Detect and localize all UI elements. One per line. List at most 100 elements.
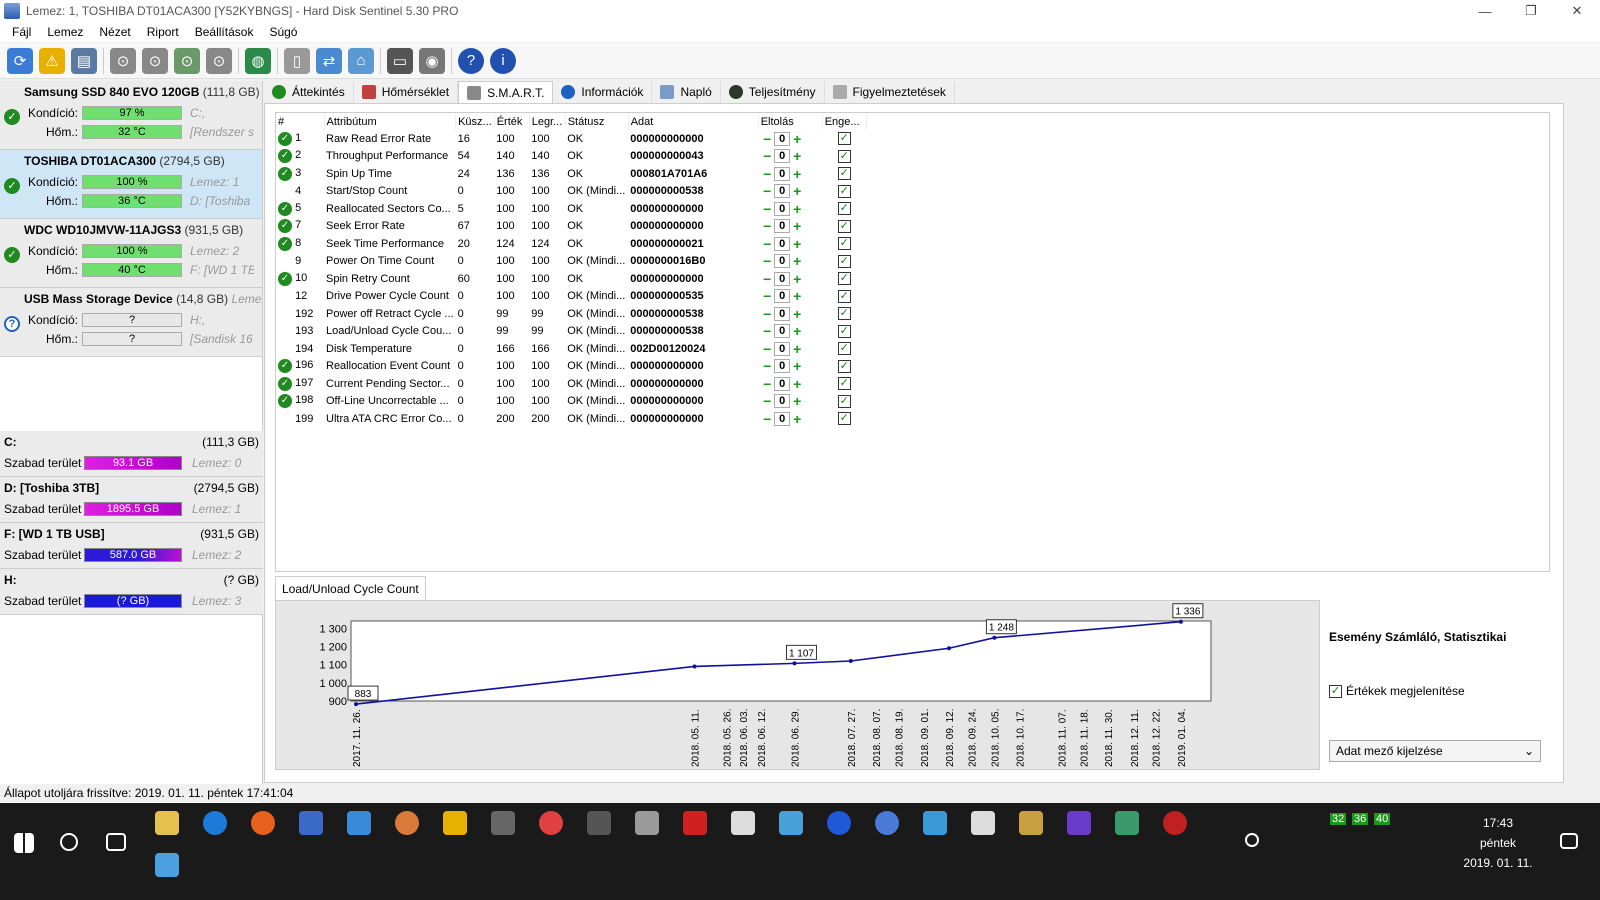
col-id[interactable]: #: [276, 113, 325, 130]
enabled-checkbox[interactable]: ✓: [837, 394, 851, 408]
col-attribute[interactable]: Attribútum: [324, 113, 457, 130]
enabled-checkbox[interactable]: ✓: [837, 132, 851, 146]
menu-settings[interactable]: Beállítások: [187, 25, 262, 39]
offset-value[interactable]: 0: [774, 324, 791, 339]
disk-test-icon[interactable]: ⊙: [110, 47, 136, 74]
partition-item[interactable]: F: [WD 1 TB USB] (931,5 GB) Szabad terüle…: [0, 523, 263, 569]
menu-disk[interactable]: Lemez: [39, 25, 91, 39]
minus-icon[interactable]: −: [760, 412, 774, 426]
enabled-checkbox[interactable]: ✓: [837, 412, 851, 426]
table-row[interactable]: ✓ 8 Seek Time Performance 20 124 124 OK 000000…: [276, 235, 866, 253]
disk-item[interactable]: USB Mass Storage Device (14,8 GB) Lemez …: [0, 288, 262, 357]
plus-icon[interactable]: +: [790, 254, 804, 268]
network-icon[interactable]: ⌂: [348, 47, 374, 74]
enabled-checkbox[interactable]: ✓: [837, 289, 851, 303]
antivirus-icon[interactable]: [1163, 811, 1187, 835]
plus-icon[interactable]: +: [790, 272, 804, 286]
enabled-checkbox[interactable]: ✓: [837, 184, 851, 198]
table-row[interactable]: 12 Drive Power Cycle Count 0 100 100 OK (Mind…: [276, 288, 866, 306]
app-icon[interactable]: [395, 811, 419, 835]
monitor-icon[interactable]: ▭: [387, 47, 413, 74]
aida64-icon[interactable]: [683, 811, 707, 835]
table-row[interactable]: 194 Disk Temperature 0 166 166 OK (Mindi... 00…: [276, 340, 866, 358]
maximize-button[interactable]: ❐: [1508, 0, 1554, 22]
offset-value[interactable]: 0: [774, 359, 791, 374]
col-enabled[interactable]: Enge...: [822, 113, 867, 130]
table-row[interactable]: ✓ 196 Reallocation Event Count 0 100 100 OK (…: [276, 358, 866, 376]
disk-report-icon[interactable]: ▤: [71, 47, 97, 74]
disk-item-selected[interactable]: TOSHIBA DT01ACA300 (2794,5 GB) ✓ Kondíci…: [0, 150, 262, 219]
partition-item[interactable]: H: (? GB) Szabad terület (? GB) Lemez: 3: [0, 569, 263, 615]
firefox-icon[interactable]: [251, 811, 275, 835]
plus-icon[interactable]: +: [790, 289, 804, 303]
plus-icon[interactable]: +: [790, 184, 804, 198]
partition-item[interactable]: C: (111,3 GB) Szabad terület 93.1 GB Lemez:…: [0, 431, 263, 477]
disk-tools-icon[interactable]: ⊙: [206, 47, 232, 74]
minimize-button[interactable]: —: [1462, 0, 1508, 22]
minus-icon[interactable]: −: [760, 377, 774, 391]
chip-icon[interactable]: [587, 811, 611, 835]
calculator-icon[interactable]: [731, 811, 755, 835]
tab-overview[interactable]: Áttekintés: [264, 81, 354, 103]
table-row[interactable]: ✓ 2 Throughput Performance 54 140 140 OK 00000…: [276, 148, 866, 166]
plus-icon[interactable]: +: [790, 412, 804, 426]
offset-value[interactable]: 0: [774, 254, 791, 269]
minus-icon[interactable]: −: [760, 289, 774, 303]
table-row[interactable]: ✓ 1 Raw Read Error Rate 16 100 100 OK 00000000…: [276, 130, 866, 148]
clock[interactable]: 17:43 péntek 2019. 01. 11.: [1453, 813, 1543, 873]
minus-icon[interactable]: −: [760, 219, 774, 233]
partition-item[interactable]: D: [Toshiba 3TB] (2794,5 GB) Szabad terül…: [0, 477, 263, 523]
tab-temperature[interactable]: Hőmérséklet: [354, 81, 459, 103]
table-row[interactable]: ✓ 7 Seek Error Rate 67 100 100 OK 000000000000…: [276, 218, 866, 236]
offset-value[interactable]: 0: [774, 376, 791, 391]
minus-icon[interactable]: −: [760, 254, 774, 268]
tab-alerts[interactable]: Figyelmeztetések: [825, 81, 955, 103]
minus-icon[interactable]: −: [760, 237, 774, 251]
shield-icon[interactable]: [347, 811, 371, 835]
search-icon[interactable]: [60, 833, 78, 851]
table-row[interactable]: 9 Power On Time Count 0 100 100 OK (Mindi... 0…: [276, 253, 866, 271]
table-row[interactable]: 199 Ultra ATA CRC Error Co... 0 200 200 OK (M…: [276, 410, 866, 428]
menu-help[interactable]: Súgó: [261, 25, 305, 39]
offset-value[interactable]: 0: [774, 184, 791, 199]
notification-icon[interactable]: [1560, 833, 1578, 849]
data-field-select[interactable]: Adat mező kijelzése ⌄: [1329, 740, 1541, 762]
offset-value[interactable]: 0: [774, 201, 791, 216]
offset-value[interactable]: 0: [774, 166, 791, 181]
table-row[interactable]: 192 Power off Retract Cycle ... 0 99 99 OK (M…: [276, 305, 866, 323]
table-row[interactable]: 193 Load/Unload Cycle Cou... 0 99 99 OK (Mind…: [276, 323, 866, 341]
table-row[interactable]: ✓ 3 Spin Up Time 24 136 136 OK 000801A701A6−0 +…: [276, 165, 866, 183]
task-view-icon[interactable]: [106, 833, 126, 851]
document-icon[interactable]: ▯: [284, 47, 310, 74]
help-icon[interactable]: ?: [458, 47, 484, 74]
people-icon[interactable]: [1245, 833, 1259, 847]
save-app-icon[interactable]: [299, 811, 323, 835]
warning-icon[interactable]: ⚠: [39, 47, 65, 74]
minus-icon[interactable]: −: [760, 184, 774, 198]
globe-icon[interactable]: ◍: [245, 47, 271, 74]
info-icon[interactable]: i: [490, 47, 516, 74]
plus-icon[interactable]: +: [790, 342, 804, 356]
col-offset[interactable]: Eltolás: [758, 113, 823, 130]
tab-smart[interactable]: S.M.A.R.T.: [458, 81, 554, 103]
tray-temp[interactable]: 40: [1374, 813, 1391, 825]
menu-file[interactable]: Fájl: [4, 25, 39, 39]
offset-value[interactable]: 0: [774, 306, 791, 321]
plus-icon[interactable]: +: [790, 394, 804, 408]
minus-icon[interactable]: −: [760, 324, 774, 338]
sync-icon[interactable]: ⇄: [316, 47, 342, 74]
offset-value[interactable]: 0: [774, 219, 791, 234]
qbittorrent-icon[interactable]: [875, 811, 899, 835]
enabled-checkbox[interactable]: ✓: [837, 324, 851, 338]
col-worst[interactable]: Legr...: [529, 113, 566, 130]
enabled-checkbox[interactable]: ✓: [837, 237, 851, 251]
plus-icon[interactable]: +: [790, 377, 804, 391]
col-status[interactable]: Státusz: [565, 113, 629, 130]
enabled-checkbox[interactable]: ✓: [837, 202, 851, 216]
record-icon[interactable]: [539, 811, 563, 835]
refresh-icon[interactable]: ⟳: [7, 47, 33, 74]
col-data[interactable]: Adat: [628, 113, 759, 130]
offset-value[interactable]: 0: [774, 394, 791, 409]
surface-test-icon[interactable]: ⊙: [142, 47, 168, 74]
menu-report[interactable]: Riport: [139, 25, 187, 39]
